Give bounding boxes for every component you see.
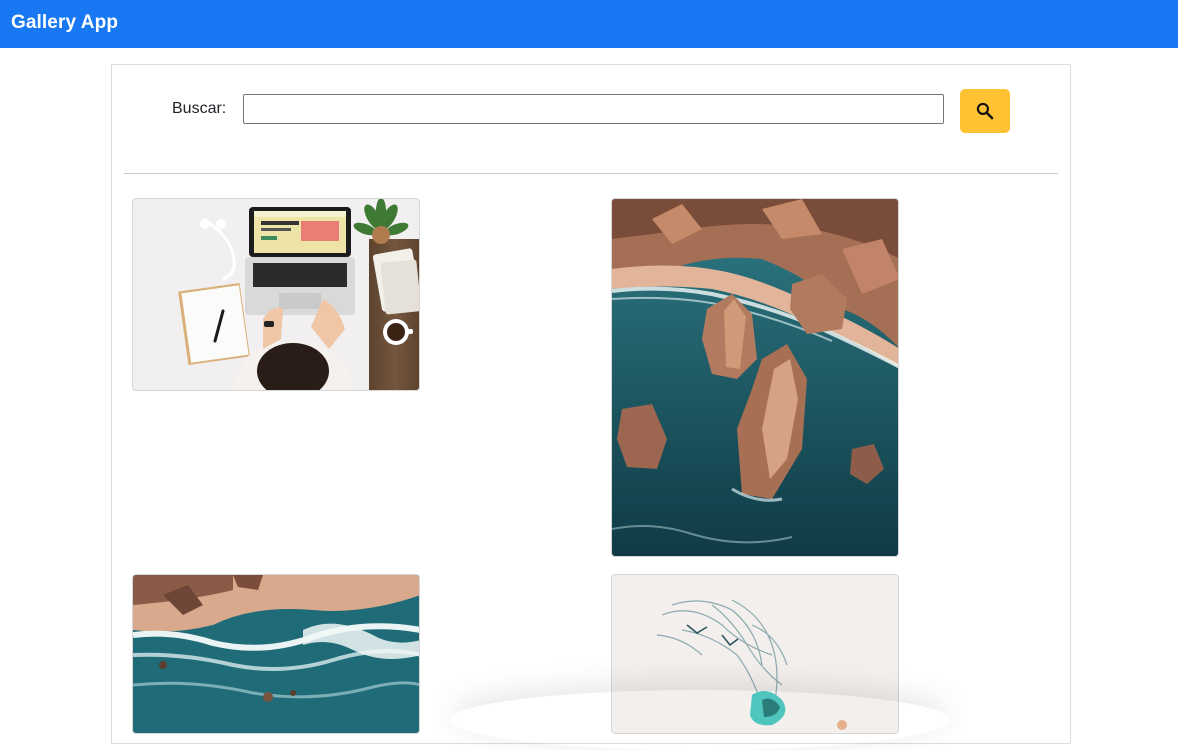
search-label: Buscar: [172,100,227,117]
top-navbar: Gallery App [0,0,1178,48]
gallery-image-coastal-rocks[interactable] [611,198,899,557]
divider [124,173,1058,174]
gallery-image-ocean-shore[interactable] [132,574,420,734]
search-input[interactable] [243,94,944,124]
search-button[interactable] [960,89,1010,133]
search-icon [976,102,994,120]
app-title[interactable]: Gallery App [11,12,118,34]
gallery-image-laptop-desk[interactable] [132,198,420,391]
gallery-image-abstract-paint[interactable] [611,574,899,734]
